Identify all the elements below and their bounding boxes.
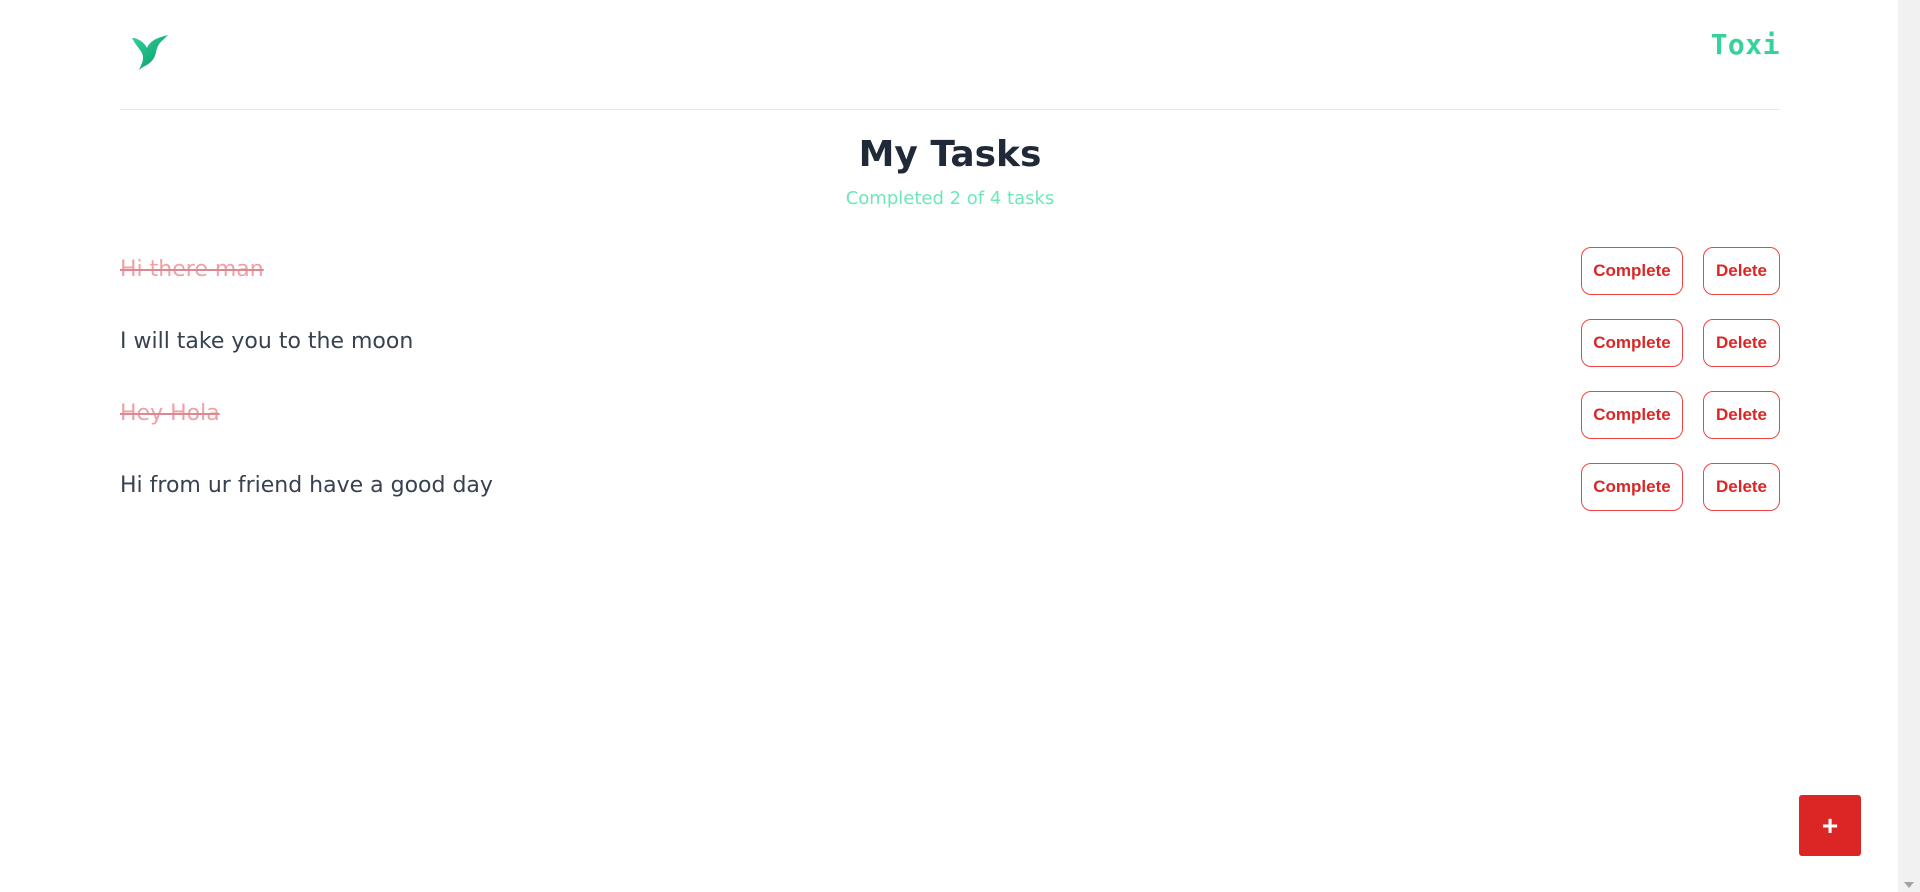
task-actions: Complete Delete — [1581, 463, 1780, 511]
complete-button[interactable]: Complete — [1581, 463, 1683, 511]
page: Toxi My Tasks Completed 2 of 4 tasks Hi … — [0, 0, 1920, 892]
title-section: My Tasks Completed 2 of 4 tasks — [120, 130, 1780, 209]
task-text: Hi there man — [120, 257, 264, 282]
task-row: Hi there man Complete Delete — [120, 247, 1780, 295]
task-list: Hi there man Complete Delete I will take… — [120, 247, 1780, 511]
scroll-down-arrow-icon[interactable] — [1904, 882, 1914, 888]
complete-button[interactable]: Complete — [1581, 319, 1683, 367]
task-text: Hi from ur friend have a good day — [120, 473, 493, 498]
delete-button[interactable]: Delete — [1703, 247, 1780, 295]
task-row: Hi from ur friend have a good day Comple… — [120, 463, 1780, 511]
task-actions: Complete Delete — [1581, 391, 1780, 439]
task-text: Hey Hola — [120, 401, 220, 426]
vertical-scrollbar[interactable] — [1898, 0, 1920, 892]
add-task-button[interactable]: + — [1799, 795, 1861, 856]
complete-button[interactable]: Complete — [1581, 391, 1683, 439]
task-row: Hey Hola Complete Delete — [120, 391, 1780, 439]
complete-button[interactable]: Complete — [1581, 247, 1683, 295]
delete-button[interactable]: Delete — [1703, 391, 1780, 439]
delete-button[interactable]: Delete — [1703, 463, 1780, 511]
hummingbird-logo-icon[interactable] — [130, 32, 170, 72]
task-actions: Complete Delete — [1581, 319, 1780, 367]
top-navbar: Toxi — [120, 0, 1780, 110]
main-container: Toxi My Tasks Completed 2 of 4 tasks Hi … — [120, 0, 1780, 535]
delete-button[interactable]: Delete — [1703, 319, 1780, 367]
task-actions: Complete Delete — [1581, 247, 1780, 295]
task-row: I will take you to the moon Complete Del… — [120, 319, 1780, 367]
completion-status: Completed 2 of 4 tasks — [845, 188, 1055, 209]
task-text: I will take you to the moon — [120, 329, 414, 354]
brand-name[interactable]: Toxi — [1711, 28, 1780, 61]
page-title: My Tasks — [858, 134, 1042, 175]
